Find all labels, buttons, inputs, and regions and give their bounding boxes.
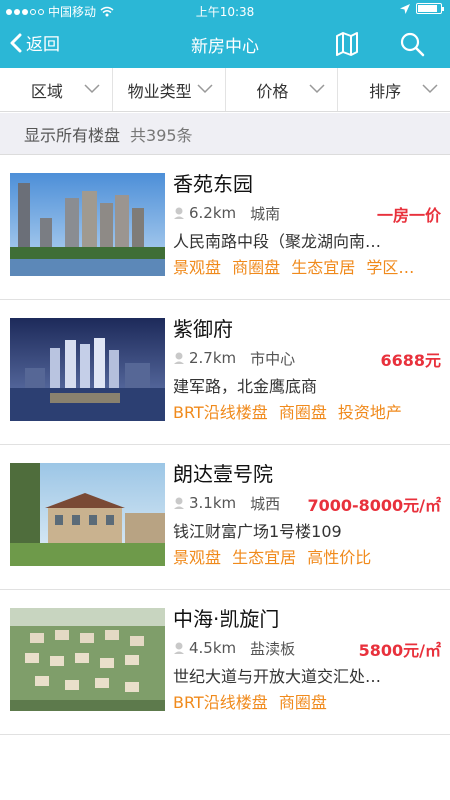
listing-area: 城西	[250, 494, 281, 513]
listing-item[interactable]: 紫御府 2.7km 市中心 6688元 建军路，北金鹰底商 BRT沿线楼盘 商圈…	[0, 300, 450, 445]
listing-meta: 4.5km 盐渎板 5800元/㎡	[173, 636, 443, 660]
listing-tag: 商圈盘	[278, 403, 327, 422]
listing-tag: 商圈盘	[278, 693, 327, 712]
chevron-down-icon	[196, 84, 213, 94]
filter-property-type[interactable]: 物业类型	[113, 68, 226, 111]
filter-sort[interactable]: 排序	[338, 68, 450, 111]
listing-price: 一房一价	[376, 206, 441, 225]
listing-item[interactable]: 中海·凯旋门 4.5km 盐渎板 5800元/㎡ 世纪大道与开放大道交汇处… B…	[0, 590, 450, 735]
listing-name: 中海·凯旋门	[173, 607, 280, 631]
chevron-left-icon	[10, 33, 22, 52]
listing-distance: 6.2km	[189, 204, 237, 222]
listing-tag: BRT沿线楼盘	[173, 693, 268, 712]
nav-bar: 返回 新房中心	[0, 22, 450, 66]
filter-bar: 区域 物业类型 价格 排序	[0, 68, 450, 112]
listing-info: 中海·凯旋门 4.5km 盐渎板 5800元/㎡ 世纪大道与开放大道交汇处… B…	[173, 604, 443, 716]
listing-tag: 高性价比	[307, 548, 372, 567]
location-pin-icon	[174, 642, 184, 654]
listing-name: 香苑东园	[173, 172, 253, 196]
filter-price[interactable]: 价格	[226, 68, 339, 111]
listing-photo	[10, 463, 165, 566]
location-pin-icon	[174, 352, 184, 364]
listing-address: 钱江财富广场1号楼109	[173, 522, 342, 541]
listing-info: 紫御府 2.7km 市中心 6688元 建军路，北金鹰底商 BRT沿线楼盘 商圈…	[173, 314, 443, 426]
listing-tag: 景观盘	[173, 548, 222, 567]
status-bar: 中国移动 上午10:38	[0, 0, 450, 22]
filter-label: 价格	[256, 81, 289, 101]
listing-tags: BRT沿线楼盘 商圈盘 投资地产	[173, 400, 443, 426]
listing-item[interactable]: 朗达壹号院 3.1km 城西 7000-8000元/㎡ 钱江财富广场1号楼109…	[0, 445, 450, 590]
listing-info: 朗达壹号院 3.1km 城西 7000-8000元/㎡ 钱江财富广场1号楼109…	[173, 459, 443, 571]
location-arrow-icon	[400, 3, 410, 14]
listing-info: 香苑东园 6.2km 城南 一房一价 人民南路中段（聚龙湖向南… 景观盘 商圈盘…	[173, 169, 443, 281]
header: 中国移动 上午10:38 返回 新房中心	[0, 0, 450, 68]
filter-region[interactable]: 区域	[0, 68, 113, 111]
chevron-down-icon	[309, 84, 325, 94]
listing-tag: BRT沿线楼盘	[173, 403, 268, 422]
status-right	[400, 3, 444, 14]
listing-list: 香苑东园 6.2km 城南 一房一价 人民南路中段（聚龙湖向南… 景观盘 商圈盘…	[0, 155, 450, 735]
chevron-down-icon	[84, 84, 100, 94]
filter-label: 排序	[369, 81, 402, 101]
listing-meta: 2.7km 市中心 6688元	[173, 346, 443, 370]
listing-address: 建军路，北金鹰底商	[173, 377, 318, 396]
listing-tag: 景观盘	[173, 258, 222, 277]
listing-tag: 商圈盘	[232, 258, 281, 277]
location-pin-icon	[174, 497, 184, 509]
result-count: 共395条	[130, 125, 193, 145]
listing-tags: 景观盘 生态宜居 高性价比	[173, 545, 443, 571]
listing-tags: BRT沿线楼盘 商圈盘	[173, 690, 443, 716]
listing-distance: 2.7km	[189, 349, 237, 367]
listing-price: 5800元/㎡	[358, 641, 441, 660]
listing-tag: 生态宜居	[291, 258, 356, 277]
listing-area: 城南	[250, 204, 281, 223]
listing-tags: 景观盘 商圈盘 生态宜居 学区…	[173, 255, 443, 281]
page-title: 新房中心	[191, 37, 259, 57]
listing-meta: 6.2km 城南 一房一价	[173, 201, 443, 225]
listing-meta: 3.1km 城西 7000-8000元/㎡	[173, 491, 443, 515]
listing-photo	[10, 608, 165, 711]
result-summary: 显示所有楼盘 共395条	[0, 113, 450, 155]
location-pin-icon	[174, 207, 184, 219]
map-icon[interactable]	[334, 31, 360, 57]
listing-photo	[10, 173, 165, 276]
listing-distance: 4.5km	[189, 639, 237, 657]
listing-price: 7000-8000元/㎡	[307, 496, 441, 515]
listing-area: 市中心	[250, 349, 296, 368]
battery-icon	[416, 3, 444, 14]
listing-distance: 3.1km	[189, 494, 237, 512]
listing-tag: 生态宜居	[232, 548, 297, 567]
listing-address: 人民南路中段（聚龙湖向南…	[173, 232, 382, 251]
listing-address: 世纪大道与开放大道交汇处…	[173, 667, 382, 686]
listing-name: 紫御府	[173, 317, 233, 341]
back-label: 返回	[26, 35, 60, 55]
listing-area: 盐渎板	[250, 639, 296, 658]
clock: 上午10:38	[195, 5, 255, 19]
search-icon[interactable]	[398, 30, 426, 58]
listing-tag: 学区…	[366, 258, 415, 277]
chevron-down-icon	[422, 84, 438, 94]
filter-label: 物业类型	[127, 81, 192, 101]
listing-photo	[10, 318, 165, 421]
listing-item[interactable]: 香苑东园 6.2km 城南 一房一价 人民南路中段（聚龙湖向南… 景观盘 商圈盘…	[0, 155, 450, 300]
listing-price: 6688元	[380, 351, 441, 370]
filter-label: 区域	[30, 81, 63, 101]
back-button[interactable]: 返回	[10, 30, 60, 55]
listing-name: 朗达壹号院	[173, 462, 273, 486]
summary-label: 显示所有楼盘	[24, 125, 121, 145]
listing-tag: 投资地产	[337, 403, 402, 422]
